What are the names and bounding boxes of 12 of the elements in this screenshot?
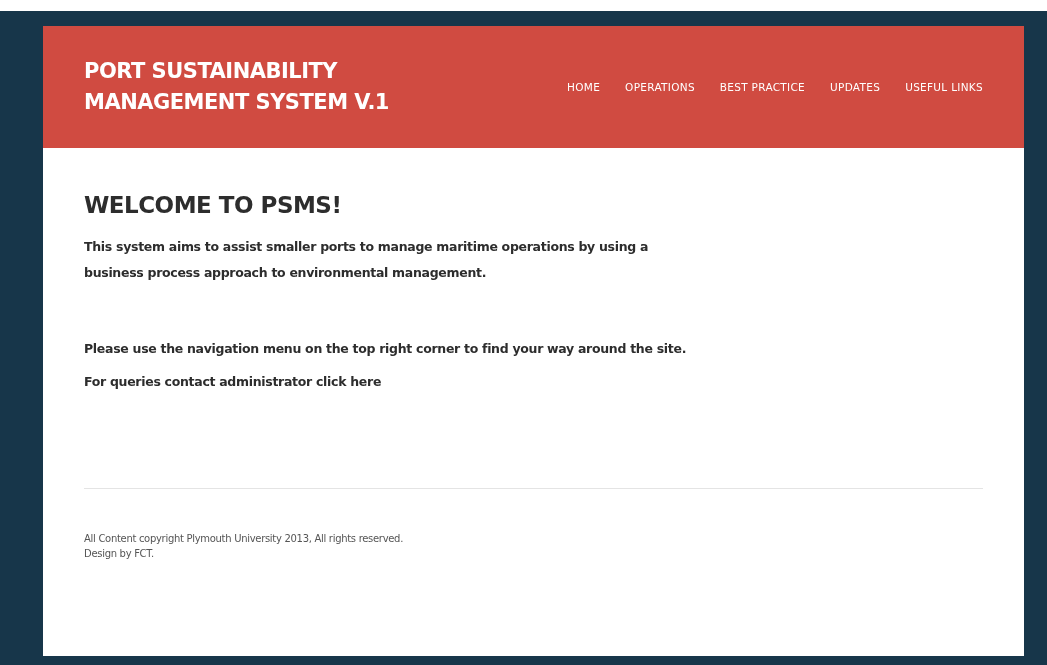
nav-link[interactable]: USEFUL LINKS bbox=[905, 81, 983, 93]
site-title: PORT SUSTAINABILITY MANAGEMENT SYSTEM V.1 bbox=[84, 58, 389, 116]
nav-link[interactable]: OPERATIONS bbox=[625, 81, 695, 93]
nav-link[interactable]: UPDATES bbox=[830, 81, 881, 93]
navigation-hint: Please use the navigation menu on the top right corner to find your way around the site. bbox=[84, 341, 688, 356]
intro-text: This system aims to assist smaller ports to manage maritime operations by using a business process approach to environmental management. bbox=[84, 238, 650, 282]
nav-link[interactable]: BEST PRACTICE bbox=[719, 81, 806, 93]
copyright-text: All Content copyright Plymouth University 2013, All rights reserved. Design by FCT. bbox=[84, 532, 405, 561]
contact-link[interactable]: click here bbox=[316, 374, 382, 389]
welcome-heading: WELCOME TO PSMS! bbox=[84, 192, 343, 218]
contact-text: For queries contact administrator click here bbox=[84, 374, 383, 389]
nav-link[interactable]: HOME bbox=[567, 81, 601, 93]
